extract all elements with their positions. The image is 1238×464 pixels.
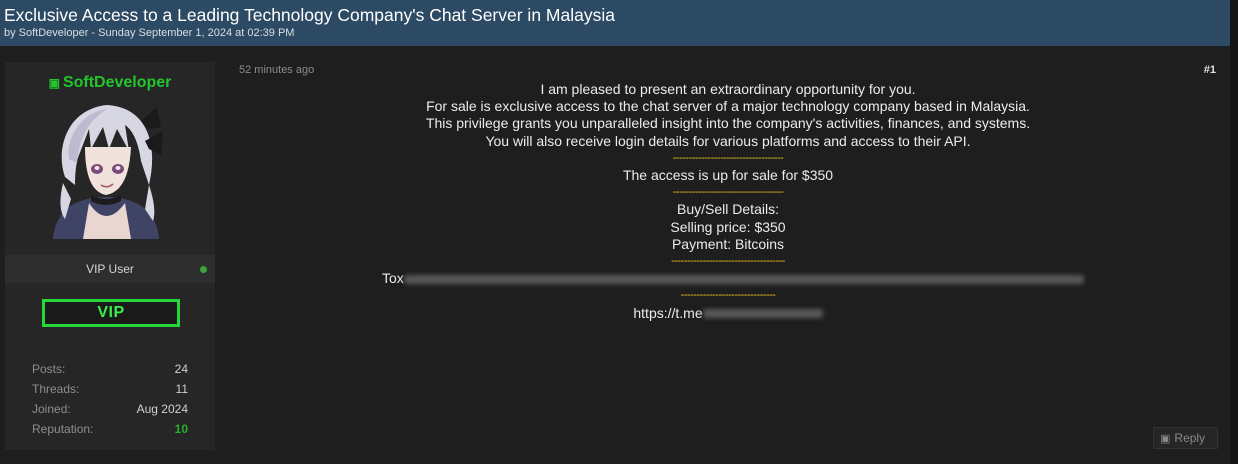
stat-threads: Threads: 11 <box>32 379 188 399</box>
stat-label: Reputation: <box>32 422 94 436</box>
telegram-link[interactable]: https://t.me <box>633 305 702 321</box>
user-stats: Posts: 24 Threads: 11 Joined: Aug 2024 R… <box>32 359 188 439</box>
quote-icon: ▣ <box>1160 433 1171 445</box>
stat-posts: Posts: 24 <box>32 359 188 379</box>
separator: ----------------------------------- <box>672 186 784 199</box>
stat-joined: Joined: Aug 2024 <box>32 399 188 419</box>
post-number[interactable]: #1 <box>1204 64 1216 76</box>
stat-reputation: Reputation: 10 <box>32 419 188 439</box>
stat-label: Joined: <box>32 402 71 416</box>
online-status-icon <box>200 266 207 273</box>
post-line: I am pleased to present an extraordinary… <box>540 81 916 97</box>
stat-value: 24 <box>174 362 188 376</box>
stat-label: Posts: <box>32 362 66 376</box>
stat-value: Aug 2024 <box>136 402 188 416</box>
redacted-tox-id <box>403 275 1084 285</box>
post-line: This privilege grants you unparalleled i… <box>425 115 1031 132</box>
user-rank-bar: VIP User <box>5 255 215 283</box>
member-badge-icon: ▣ <box>48 76 60 90</box>
separator: ----------------------------------- <box>672 151 784 164</box>
post-line: You will also receive login details for … <box>485 132 971 149</box>
post-content: I am pleased to present an extraordinary… <box>222 81 1234 322</box>
thread-header: Exclusive Access to a Leading Technology… <box>0 0 1230 46</box>
separator: ------------------------------ <box>680 289 776 302</box>
username-row[interactable]: ▣ SoftDeveloper <box>5 74 215 92</box>
user-rank: VIP User <box>86 262 134 276</box>
tox-line: Tox <box>222 270 1234 287</box>
stat-value: 11 <box>175 382 188 396</box>
sale-line: The access is up for sale for $350 <box>622 167 834 184</box>
telegram-line: https://t.me <box>222 305 1234 322</box>
post-time[interactable]: 52 minutes ago <box>239 64 314 76</box>
stat-label: Threads: <box>32 382 80 396</box>
reply-label: Reply <box>1174 431 1206 445</box>
tox-label: Tox <box>382 270 404 287</box>
post-line: For sale is exclusive access to the chat… <box>426 98 1030 115</box>
stat-value[interactable]: 10 <box>175 419 188 439</box>
thread-title: Exclusive Access to a Leading Technology… <box>4 5 615 25</box>
username[interactable]: SoftDeveloper <box>63 74 171 91</box>
redacted-telegram-handle <box>702 309 823 319</box>
reply-button[interactable]: ▣ Reply <box>1153 427 1218 449</box>
post-body: 52 minutes ago #1 I am pleased to presen… <box>222 60 1222 452</box>
details-header: Buy/Sell Details: <box>677 201 779 218</box>
separator: ------------------------------------ <box>671 255 785 268</box>
vip-badge: VIP <box>42 299 180 327</box>
price-line: Selling price: $350 <box>670 218 786 235</box>
user-panel: ▣ SoftDeveloper VIP User VIP Posts: 24 Th… <box>5 62 215 450</box>
avatar[interactable] <box>45 99 167 239</box>
thread-meta: by SoftDeveloper - Sunday September 1, 2… <box>4 27 295 39</box>
payment-line: Payment: Bitcoins <box>671 235 785 252</box>
